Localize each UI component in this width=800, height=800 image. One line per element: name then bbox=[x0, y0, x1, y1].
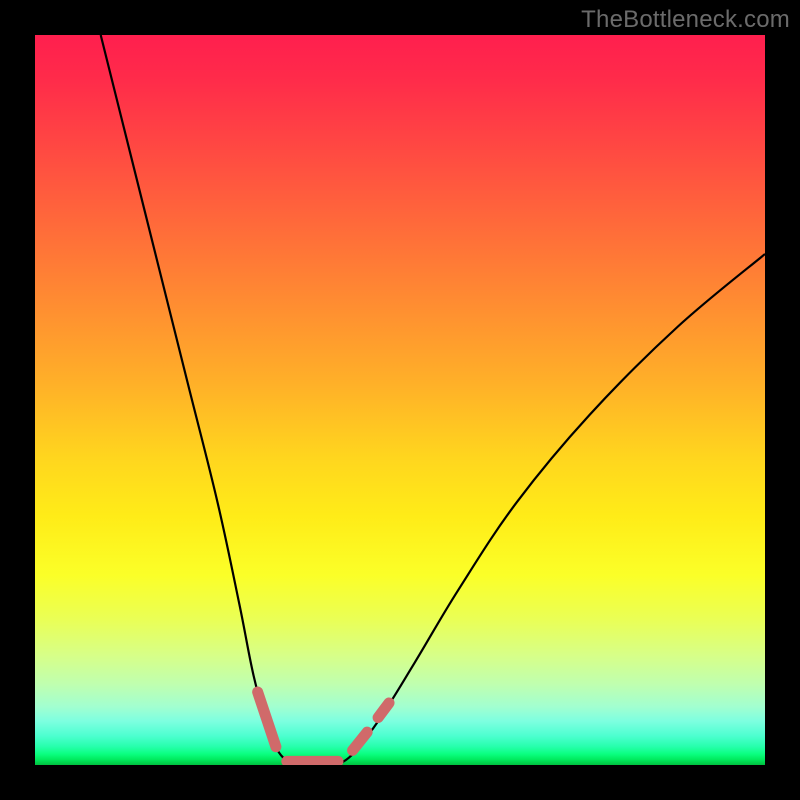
bottleneck-curve bbox=[101, 35, 765, 765]
watermark-text: TheBottleneck.com bbox=[581, 6, 790, 34]
right-ascent-marker-1 bbox=[353, 732, 368, 750]
plot-area bbox=[35, 35, 765, 765]
right-ascent-marker-2 bbox=[378, 703, 389, 718]
chart-frame: TheBottleneck.com bbox=[0, 0, 800, 800]
left-descent-marker bbox=[258, 692, 276, 747]
chart-svg bbox=[35, 35, 765, 765]
marker-group bbox=[258, 692, 389, 761]
